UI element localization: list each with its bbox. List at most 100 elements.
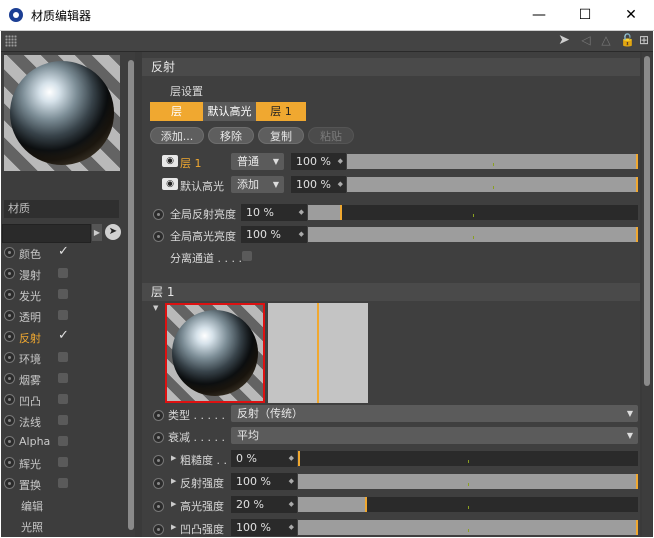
channel-checkbox[interactable] <box>58 268 68 278</box>
spinner-icon[interactable]: ◆ <box>299 204 304 221</box>
channel-label[interactable]: 烟雾 <box>19 372 41 388</box>
spinner-icon[interactable]: ◆ <box>289 450 294 467</box>
anim-radio-icon[interactable] <box>4 457 15 468</box>
slider-knob[interactable] <box>636 474 638 489</box>
channel-checkbox[interactable] <box>58 436 68 446</box>
new-window-icon[interactable]: ⊞ <box>637 33 651 48</box>
channel-extra-item[interactable]: 编辑 <box>21 498 43 514</box>
material-search-input[interactable] <box>2 224 91 243</box>
arrow-right-icon[interactable]: ▶ <box>92 224 102 241</box>
channel-label[interactable]: 辉光 <box>19 456 41 472</box>
material-preview[interactable] <box>4 55 120 171</box>
spinner-icon[interactable]: ◆ <box>299 226 304 243</box>
anim-radio-icon[interactable] <box>4 310 15 321</box>
channel-label[interactable]: 颜色 <box>19 246 41 262</box>
channel-item[interactable]: 透明 <box>4 306 122 326</box>
channel-item[interactable]: 置换 <box>4 474 122 494</box>
channel-item[interactable]: 发光 <box>4 285 122 305</box>
expand-icon[interactable]: ▶ <box>171 477 176 485</box>
global-reflect-slider[interactable] <box>308 205 638 220</box>
global-spec-field[interactable]: 100 % ◆ <box>241 226 307 243</box>
channel-item[interactable]: 辉光 <box>4 453 122 473</box>
channel-checkbox[interactable] <box>58 415 68 425</box>
channel-item[interactable]: 漫射 <box>4 264 122 284</box>
channel-checkbox[interactable] <box>58 478 68 488</box>
default-spec-value-field[interactable]: 100 % ◆ <box>291 176 346 193</box>
channel-checkbox[interactable] <box>58 310 68 320</box>
tab-default-spec[interactable]: 默认高光 <box>203 102 256 121</box>
anim-radio-icon[interactable] <box>153 524 164 535</box>
check-icon[interactable]: ✓ <box>58 329 69 342</box>
bump-strength-slider[interactable] <box>298 520 638 535</box>
channel-item[interactable]: 凹凸 <box>4 390 122 410</box>
anim-radio-icon[interactable] <box>4 289 15 300</box>
default-spec-mode-dropdown[interactable]: 添加 ▼ <box>231 176 284 193</box>
anim-radio-icon[interactable] <box>153 410 164 421</box>
spinner-icon[interactable]: ◆ <box>289 473 294 490</box>
spinner-icon[interactable]: ◆ <box>338 153 343 170</box>
eye-icon[interactable]: ◉ <box>162 178 178 190</box>
paste-button[interactable]: 粘贴 <box>308 127 354 144</box>
spec-strength-field[interactable]: 20 % ◆ <box>231 496 297 513</box>
layer1-slider[interactable] <box>347 154 638 169</box>
anim-radio-icon[interactable] <box>4 394 15 405</box>
channel-checkbox[interactable] <box>58 457 68 467</box>
global-reflect-field[interactable]: 10 % ◆ <box>241 204 307 221</box>
channel-checkbox[interactable] <box>58 394 68 404</box>
channel-label[interactable]: 发光 <box>19 288 41 304</box>
anim-radio-icon[interactable] <box>4 247 15 258</box>
spec-strength-slider[interactable] <box>298 497 638 512</box>
slider-knob[interactable] <box>365 497 367 512</box>
arrow-left-icon[interactable]: ➤ <box>557 33 571 48</box>
reflect-strength-field[interactable]: 100 % ◆ <box>231 473 297 490</box>
type-dropdown[interactable]: 反射（传统） ▼ <box>231 405 638 422</box>
anim-radio-icon[interactable] <box>4 268 15 279</box>
copy-button[interactable]: 复制 <box>258 127 304 144</box>
add-button[interactable]: 添加... <box>150 127 204 144</box>
channel-item[interactable]: 反射 ✓ <box>4 327 122 347</box>
channel-label[interactable]: 凹凸 <box>19 393 41 409</box>
channel-label[interactable]: 环境 <box>19 351 41 367</box>
bump-strength-field[interactable]: 100 % ◆ <box>231 519 297 536</box>
layer-preview[interactable] <box>165 303 265 403</box>
anim-radio-icon[interactable] <box>4 478 15 489</box>
anim-radio-icon[interactable] <box>153 231 164 242</box>
anim-radio-icon[interactable] <box>4 352 15 363</box>
channel-checkbox[interactable] <box>58 289 68 299</box>
default-spec-name[interactable]: 默认高光 <box>180 178 224 194</box>
close-button[interactable]: ✕ <box>608 0 654 30</box>
tab-layer[interactable]: 层 <box>150 102 203 121</box>
maximize-button[interactable]: ☐ <box>562 0 608 30</box>
spinner-icon[interactable]: ◆ <box>289 496 294 513</box>
channel-checkbox[interactable] <box>58 373 68 383</box>
slider-knob[interactable] <box>636 227 638 242</box>
remove-button[interactable]: 移除 <box>208 127 254 144</box>
grip-icon[interactable] <box>5 35 17 47</box>
layer1-name[interactable]: 层 1 <box>180 155 202 171</box>
channel-item[interactable]: Alpha <box>4 432 122 452</box>
falloff-curve-preview[interactable] <box>268 303 368 403</box>
layer1-value-field[interactable]: 100 % ◆ <box>291 153 346 170</box>
left-scrollbar[interactable] <box>127 52 135 537</box>
pick-cursor-icon[interactable]: ➤ <box>105 224 121 240</box>
channel-item[interactable]: 法线 <box>4 411 122 431</box>
expand-icon[interactable]: ▶ <box>171 523 176 531</box>
spinner-icon[interactable]: ◆ <box>338 176 343 193</box>
minimize-button[interactable]: — <box>516 0 562 30</box>
channel-item[interactable]: 环境 <box>4 348 122 368</box>
check-icon[interactable]: ✓ <box>58 245 69 258</box>
expand-icon[interactable]: ▶ <box>171 500 176 508</box>
channel-label[interactable]: 法线 <box>19 414 41 430</box>
collapse-icon[interactable]: ▼ <box>153 304 158 312</box>
channel-item[interactable]: 颜色 ✓ <box>4 243 122 263</box>
lock-icon[interactable]: 🔓 <box>620 33 635 48</box>
global-spec-slider[interactable] <box>308 227 638 242</box>
anim-radio-icon[interactable] <box>153 209 164 220</box>
roughness-slider[interactable] <box>298 451 638 466</box>
anim-radio-icon[interactable] <box>153 432 164 443</box>
anim-radio-icon[interactable] <box>4 436 15 447</box>
eye-icon[interactable]: ◉ <box>162 155 178 167</box>
channel-label[interactable]: 置换 <box>19 477 41 493</box>
tab-layer-1[interactable]: 层 1 <box>256 102 306 121</box>
separate-pass-checkbox[interactable] <box>242 251 252 261</box>
